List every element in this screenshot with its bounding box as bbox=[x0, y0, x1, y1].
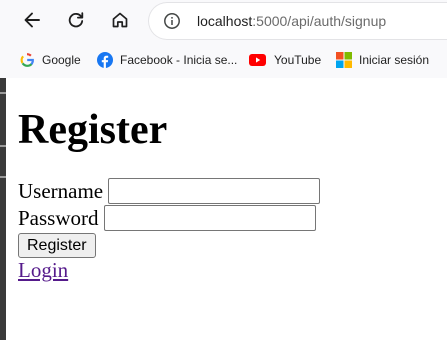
register-button[interactable]: Register bbox=[18, 233, 96, 258]
home-icon bbox=[112, 12, 128, 28]
bookmark-label: Iniciar sesión bbox=[359, 53, 430, 67]
username-input[interactable] bbox=[108, 178, 321, 204]
page-viewport: Register Username Password Register Logi… bbox=[6, 78, 447, 340]
username-label: Username bbox=[18, 178, 104, 203]
address-bar[interactable]: localhost:5000/api/auth/signup bbox=[148, 2, 447, 40]
google-icon bbox=[20, 53, 34, 67]
back-arrow-icon bbox=[24, 12, 40, 28]
page-title: Register bbox=[18, 107, 168, 153]
bookmark-facebook[interactable]: Facebook - Inicia se... bbox=[97, 51, 237, 69]
bookmark-iniciar-sesion[interactable]: Iniciar sesión bbox=[336, 51, 429, 69]
bookmarks-bar: Google Facebook - Inicia se... YouTube I… bbox=[0, 42, 447, 78]
url-host: localhost bbox=[197, 13, 253, 29]
bookmark-youtube[interactable]: YouTube bbox=[249, 51, 321, 69]
reload-icon bbox=[68, 12, 84, 28]
facebook-icon bbox=[97, 52, 113, 68]
login-link[interactable]: Login bbox=[18, 258, 68, 282]
username-row: Username bbox=[18, 177, 321, 205]
password-input[interactable] bbox=[103, 205, 316, 231]
back-button[interactable] bbox=[17, 5, 47, 35]
microsoft-icon bbox=[336, 52, 352, 68]
home-button[interactable] bbox=[105, 5, 135, 35]
site-info-button[interactable] bbox=[162, 11, 182, 31]
bookmark-label: Facebook - Inicia se... bbox=[120, 53, 238, 67]
password-row: Password bbox=[18, 204, 316, 232]
bookmark-label: Google bbox=[42, 53, 81, 67]
info-icon bbox=[164, 13, 180, 29]
youtube-icon bbox=[249, 54, 266, 66]
bookmark-label: YouTube bbox=[274, 53, 322, 67]
url-text[interactable]: localhost:5000/api/auth/signup bbox=[197, 12, 386, 30]
reload-button[interactable] bbox=[61, 5, 91, 35]
password-label: Password bbox=[18, 205, 99, 230]
browser-toolbar: localhost:5000/api/auth/signup bbox=[0, 0, 447, 42]
url-path: :5000/api/auth/signup bbox=[252, 13, 387, 29]
bookmark-google[interactable]: Google bbox=[19, 51, 81, 69]
